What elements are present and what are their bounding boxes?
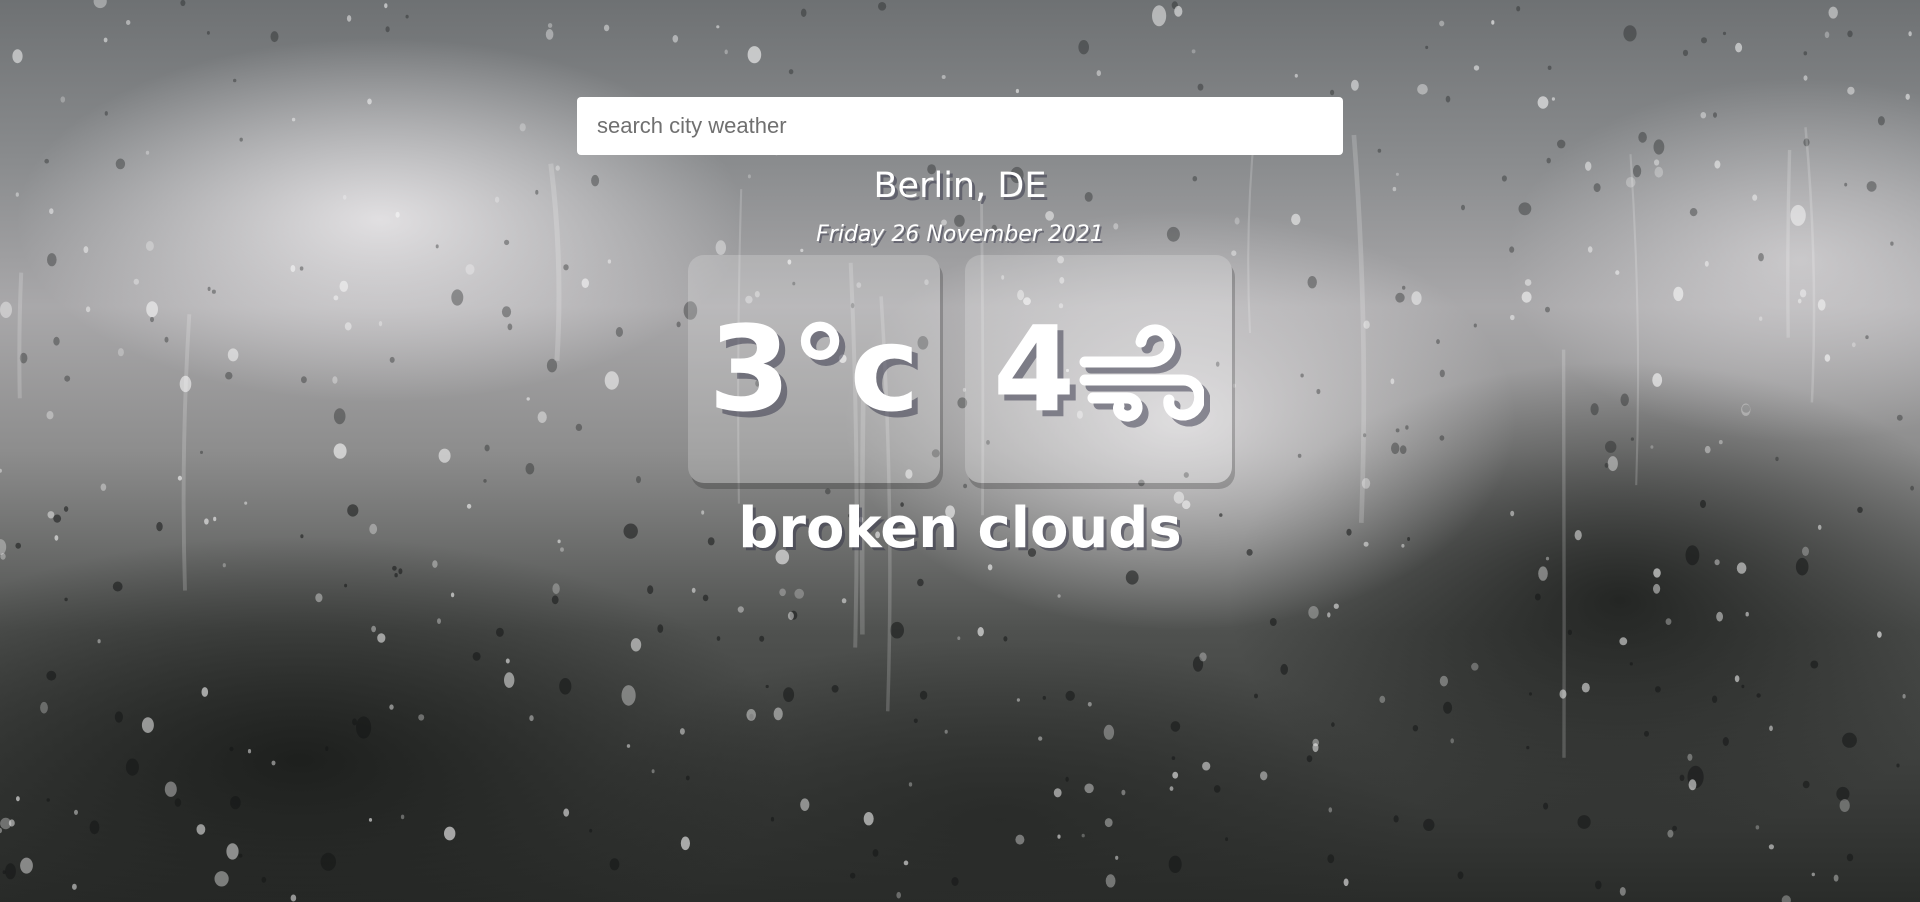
date-label: Friday 26 November 2021 [816,222,1104,247]
wind-card: 4 [965,255,1232,483]
temperature-card: 3°c [688,255,940,483]
location-title: Berlin, DE [873,166,1047,206]
search-input[interactable] [577,97,1343,155]
weather-description: broken clouds [738,496,1182,561]
wind-speed-value: 4 [992,300,1076,438]
wind-icon [1079,310,1205,428]
temperature-value: 3°c [708,300,920,438]
